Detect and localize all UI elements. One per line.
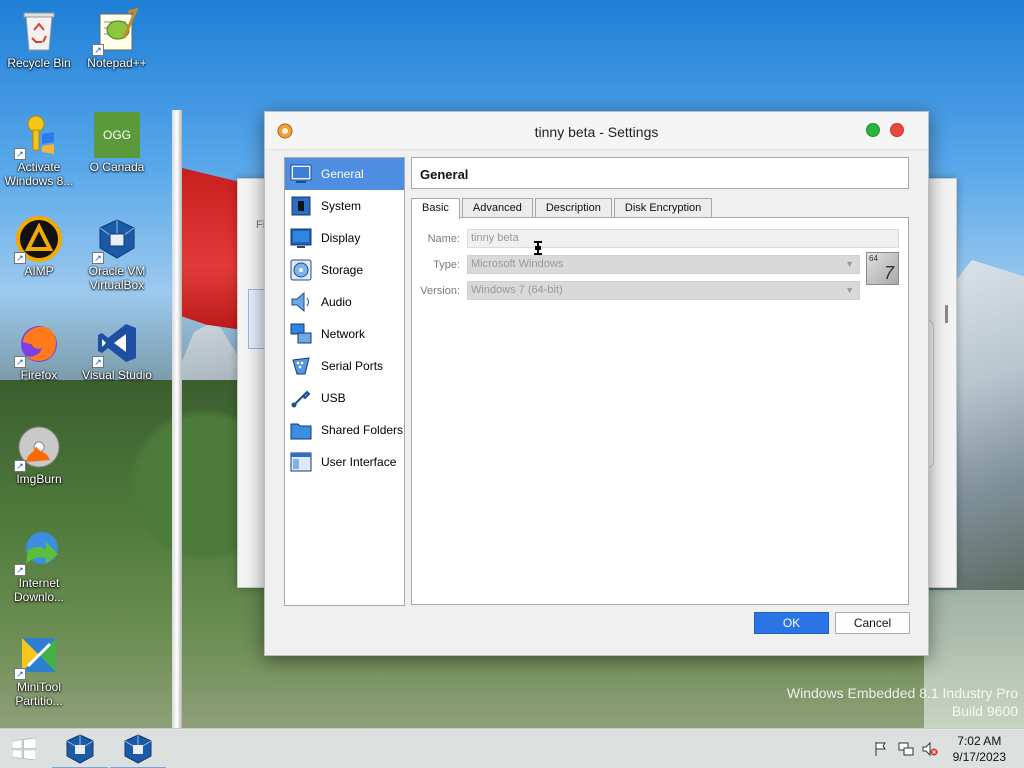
taskbar: 7:02 AM 9/17/2023 [0, 728, 1024, 768]
close-button[interactable] [890, 123, 904, 137]
internet-download-manager-icon: ↗ [14, 528, 62, 576]
maximize-button[interactable] [866, 123, 880, 137]
recycle-bin-icon [16, 8, 62, 54]
shortcut-arrow-icon: ↗ [14, 460, 26, 472]
firefox-icon: ↗ [14, 320, 62, 368]
start-button[interactable] [0, 729, 50, 768]
usb-icon [289, 386, 313, 410]
nav-item-general[interactable]: General [285, 158, 404, 190]
settings-dialog: tinny beta - Settings General System Dis… [264, 111, 929, 656]
nav-item-usb[interactable]: USB [285, 382, 404, 414]
serial-port-icon [289, 354, 313, 378]
desktop-icon-recycle-bin[interactable]: Recycle Bin [0, 8, 78, 70]
shortcut-arrow-icon: ↗ [92, 356, 104, 368]
shortcut-arrow-icon: ↗ [14, 564, 26, 576]
taskbar-clock[interactable]: 7:02 AM 9/17/2023 [953, 733, 1006, 765]
nav-item-display[interactable]: Display [285, 222, 404, 254]
display-monitor-icon [289, 226, 313, 250]
minitool-partition-icon: ↗ [14, 632, 62, 680]
desktop-icon-firefox[interactable]: ↗ Firefox [0, 320, 78, 382]
tab-description[interactable]: Description [534, 198, 612, 218]
virtualbox-icon [124, 734, 152, 764]
volume-muted-icon[interactable] [922, 741, 938, 757]
windows-logo-icon [12, 738, 36, 760]
windows-watermark: Windows Embedded 8.1 Industry Pro Build … [786, 685, 1018, 719]
desktop-icon-minitool-partition[interactable]: ↗ MiniTool Partitio... [0, 632, 78, 708]
notepad-plus-plus-icon: ↗ [92, 7, 140, 56]
page-title: General [411, 157, 909, 189]
ok-button[interactable]: OK [754, 612, 829, 634]
action-center-flag-icon[interactable] [873, 741, 889, 757]
audio-speaker-icon [289, 290, 313, 314]
nav-item-audio[interactable]: Audio [285, 286, 404, 318]
shortcut-arrow-icon: ↗ [14, 668, 26, 680]
nav-item-serial-ports[interactable]: Serial Ports [285, 350, 404, 382]
desktop-icon-o-canada[interactable]: OGG O Canada [78, 112, 156, 174]
basic-tab-panel: Name: tinny beta Type: Microsoft Windows… [411, 217, 909, 605]
shortcut-arrow-icon: ↗ [92, 252, 104, 264]
desktop-icon-virtualbox[interactable]: ↗ Oracle VM VirtualBox [78, 216, 156, 292]
desktop-icon-activate-windows[interactable]: ↗ Activate Windows 8... [0, 112, 78, 188]
name-field[interactable]: tinny beta [467, 229, 899, 248]
wallpaper-flag-pole [172, 110, 182, 730]
desktop-icon-aimp[interactable]: ↗ AIMP [0, 216, 78, 278]
background-scrollbar[interactable] [945, 305, 948, 323]
visual-studio-icon: ↗ [92, 320, 140, 368]
chevron-down-icon: ▼ [845, 259, 854, 269]
type-select[interactable]: Microsoft Windows ▼ [467, 255, 860, 274]
storage-disk-icon [289, 258, 313, 282]
nav-item-system[interactable]: System [285, 190, 404, 222]
system-chip-icon [289, 194, 313, 218]
nav-item-storage[interactable]: Storage [285, 254, 404, 286]
virtualbox-icon: ↗ [92, 216, 140, 264]
dialog-titlebar[interactable]: tinny beta - Settings [265, 112, 928, 150]
imgburn-icon: ↗ [14, 424, 62, 472]
desktop-icon-internet-download-manager[interactable]: ↗ Internet Downlo... [0, 528, 78, 604]
dialog-title: tinny beta - Settings [534, 124, 659, 140]
windows-7-64-os-icon: 64 7 [866, 252, 899, 285]
nav-item-shared-folders[interactable]: Shared Folders [285, 414, 404, 446]
network-tray-icon[interactable] [898, 741, 914, 757]
taskbar-app-virtualbox-1[interactable] [52, 729, 108, 768]
network-icon [289, 322, 313, 346]
tab-disk-encryption[interactable]: Disk Encryption [613, 198, 713, 218]
taskbar-app-virtualbox-2[interactable] [110, 729, 166, 768]
activate-windows-icon: ↗ [14, 112, 62, 160]
settings-nav: General System Display Storage Audio Net… [284, 157, 405, 606]
shared-folder-icon [289, 418, 313, 442]
settings-tabs: Basic Advanced Description Disk Encrypti… [411, 198, 714, 219]
general-icon [289, 162, 313, 186]
version-label: Version: [420, 285, 460, 297]
ogg-file-icon: OGG [94, 112, 140, 158]
tab-advanced[interactable]: Advanced [461, 198, 533, 218]
type-label: Type: [433, 259, 460, 271]
nav-item-network[interactable]: Network [285, 318, 404, 350]
shortcut-arrow-icon: ↗ [14, 148, 26, 160]
shortcut-arrow-icon: ↗ [92, 44, 104, 56]
version-select[interactable]: Windows 7 (64-bit) ▼ [467, 281, 860, 300]
user-interface-icon [289, 450, 313, 474]
shortcut-arrow-icon: ↗ [14, 356, 26, 368]
desktop-icon-notepad-plus-plus[interactable]: ↗ Notepad++ [78, 7, 156, 70]
desktop-icon-visual-studio[interactable]: ↗ Visual Studio [78, 320, 156, 382]
name-label: Name: [427, 233, 460, 245]
shortcut-arrow-icon: ↗ [14, 252, 26, 264]
nav-item-user-interface[interactable]: User Interface [285, 446, 404, 478]
text-cursor-icon [533, 241, 543, 255]
tab-basic[interactable]: Basic [411, 198, 460, 219]
chevron-down-icon: ▼ [845, 285, 854, 295]
desktop-icon-imgburn[interactable]: ↗ ImgBurn [0, 424, 78, 486]
aimp-icon: ↗ [14, 216, 62, 264]
virtualbox-icon [66, 734, 94, 764]
cancel-button[interactable]: Cancel [835, 612, 910, 634]
